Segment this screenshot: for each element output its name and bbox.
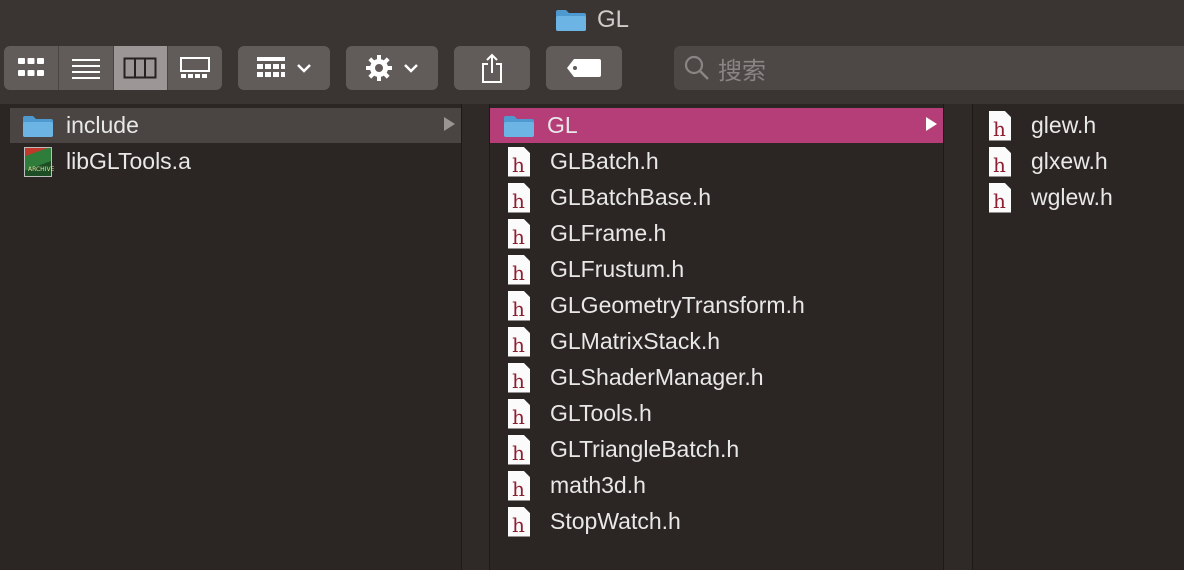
view-mode-selector[interactable] [4, 46, 222, 90]
action-button[interactable] [346, 46, 438, 90]
header-file-icon: h [508, 362, 530, 393]
header-file-icon: h [508, 146, 530, 177]
item-name: libGLTools.a [66, 148, 191, 174]
tags-button[interactable] [546, 46, 622, 90]
icon-view-button[interactable] [4, 46, 59, 90]
header-file-icon: h [508, 326, 530, 357]
list-item[interactable]: h GLTriangleBatch.h [490, 432, 943, 467]
column-resize-handle[interactable] [461, 104, 490, 570]
item-name: GLTriangleBatch.h [550, 436, 740, 462]
header-file-icon: h [508, 290, 530, 321]
list-item[interactable]: h GLFrustum.h [490, 252, 943, 287]
list-item[interactable]: h GLBatchBase.h [490, 180, 943, 215]
search-placeholder: 搜索 [718, 57, 766, 85]
chevron-down-icon [404, 64, 418, 73]
list-item[interactable]: h GLGeometryTransform.h [490, 288, 943, 323]
list-item[interactable]: h GLShaderManager.h [490, 360, 943, 395]
list-icon [71, 59, 100, 79]
window-title-bar: GL [0, 6, 1184, 34]
gallery-view-button[interactable] [168, 46, 222, 90]
item-name: GLBatch.h [550, 148, 659, 174]
window-title: GL [596, 6, 629, 33]
search-field[interactable]: 搜索 [674, 46, 1184, 90]
gear-icon [366, 55, 392, 81]
folder-icon [503, 114, 535, 138]
list-item[interactable]: h glew.h [973, 108, 1184, 143]
list-item[interactable]: h GLMatrixStack.h [490, 324, 943, 359]
folder-icon [555, 8, 587, 32]
item-name: math3d.h [550, 472, 646, 498]
header-file-icon: h [508, 254, 530, 285]
grid-icon [17, 58, 44, 76]
share-icon [482, 53, 502, 83]
item-name: GLFrustum.h [550, 256, 685, 282]
header-file-icon: h [508, 506, 530, 537]
list-item[interactable]: h GLFrame.h [490, 216, 943, 251]
header-file-icon: h [989, 146, 1011, 177]
list-item[interactable]: h glxew.h [973, 144, 1184, 179]
gallery-icon [180, 57, 211, 78]
header-file-icon: h [508, 434, 530, 465]
item-name: wglew.h [1031, 184, 1113, 210]
list-item-gl-folder[interactable]: GL [490, 108, 943, 143]
item-name: GLTools.h [550, 400, 652, 426]
list-item[interactable]: h GLBatch.h [490, 144, 943, 179]
column-resize-handle[interactable] [943, 104, 973, 570]
header-file-icon: h [508, 182, 530, 213]
item-name: GLFrame.h [550, 220, 667, 246]
browser-column-3[interactable]: h glew.h h glxew.h h wglew.h [973, 104, 1184, 570]
archive-icon: ARCHIVE [24, 146, 54, 177]
share-button[interactable] [454, 46, 530, 90]
list-item-include[interactable]: include [10, 108, 461, 143]
item-name: GLShaderManager.h [550, 364, 764, 390]
header-file-icon: h [989, 110, 1011, 141]
header-file-icon: h [989, 182, 1011, 213]
list-item[interactable]: h math3d.h [490, 468, 943, 503]
browser-column-2[interactable]: GL h GLBatch.h h GLBatchBase.h h GLFrame… [490, 104, 943, 570]
columns-icon [123, 57, 157, 79]
list-view-button[interactable] [59, 46, 114, 90]
item-name: GLMatrixStack.h [550, 328, 720, 354]
list-item[interactable]: h StopWatch.h [490, 504, 943, 539]
item-name: StopWatch.h [550, 508, 681, 534]
folder-icon [22, 114, 54, 138]
group-by-button[interactable] [238, 46, 330, 90]
browser-column-1[interactable]: include ARCHIVE libGLTools.a [0, 104, 461, 570]
column-view-button[interactable] [113, 46, 169, 90]
item-name: GLGeometryTransform.h [550, 292, 805, 318]
chevron-down-icon [297, 64, 311, 73]
header-file-icon: h [508, 398, 530, 429]
item-name: GL [547, 112, 578, 138]
item-name: include [66, 112, 139, 138]
window-toolbar: GL 搜索 [0, 0, 1184, 105]
header-file-icon: h [508, 470, 530, 501]
header-file-icon: h [508, 218, 530, 249]
tag-icon [567, 59, 601, 77]
search-icon [684, 55, 709, 80]
disclosure-arrow-icon [926, 117, 937, 131]
item-name: glxew.h [1031, 148, 1108, 174]
item-name: glew.h [1031, 112, 1097, 138]
item-name: GLBatchBase.h [550, 184, 712, 210]
group-grid-icon [257, 57, 285, 77]
list-item-libgltools[interactable]: ARCHIVE libGLTools.a [10, 144, 461, 179]
list-item[interactable]: h wglew.h [973, 180, 1184, 215]
list-item[interactable]: h GLTools.h [490, 396, 943, 431]
disclosure-arrow-icon [444, 117, 455, 131]
